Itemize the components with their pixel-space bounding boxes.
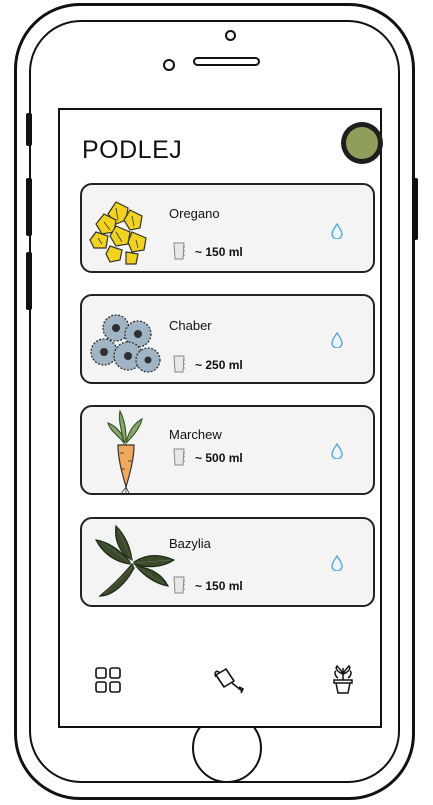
measuring-cup-icon	[173, 355, 185, 373]
water-drop-icon[interactable]	[331, 223, 343, 239]
bazylia-icon	[94, 524, 176, 597]
plant-name: Chaber	[169, 318, 212, 333]
side-button-volume-down	[26, 252, 32, 310]
measuring-cup-icon	[173, 242, 185, 260]
water-amount: ~ 150 ml	[195, 579, 243, 593]
speaker-icon	[193, 57, 260, 66]
chaber-icon	[90, 314, 161, 373]
marchew-icon	[107, 409, 143, 496]
page-title: PODLEJ	[82, 136, 183, 164]
water-drop-icon[interactable]	[331, 555, 343, 571]
water-amount: ~ 500 ml	[195, 451, 243, 465]
camera-icon	[225, 30, 236, 41]
measuring-cup-icon	[173, 448, 185, 466]
side-button-mute	[26, 113, 32, 146]
grid-icon[interactable]	[95, 667, 121, 693]
oregano-icon	[89, 201, 147, 265]
plant-name: Oregano	[169, 206, 220, 221]
water-amount: ~ 250 ml	[195, 358, 243, 372]
plant-name: Bazylia	[169, 536, 211, 551]
side-button-power	[412, 178, 418, 240]
plant-name: Marchew	[169, 427, 222, 442]
measuring-cup-icon	[173, 576, 185, 594]
water-drop-icon[interactable]	[331, 332, 343, 348]
water-drop-icon[interactable]	[331, 443, 343, 459]
sensor-icon	[163, 59, 175, 71]
water-amount: ~ 150 ml	[195, 245, 243, 259]
side-button-volume-up	[26, 178, 32, 236]
watering-can-icon[interactable]	[212, 667, 244, 695]
potted-plant-icon[interactable]	[331, 664, 355, 694]
avatar[interactable]	[341, 122, 383, 164]
